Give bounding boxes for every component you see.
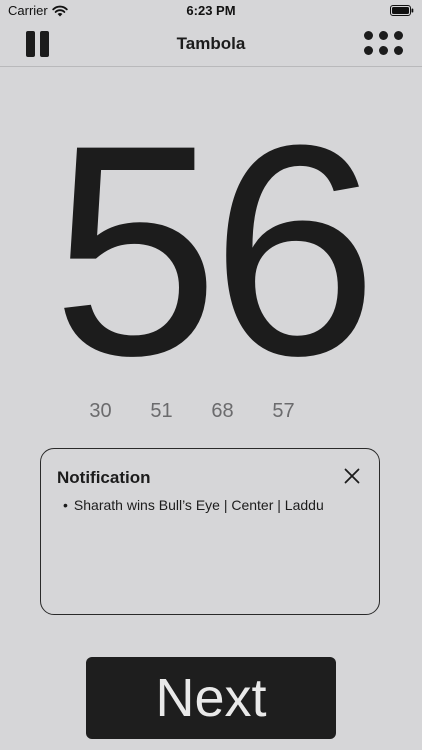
status-bar: Carrier 6:23 PM xyxy=(0,0,422,22)
previous-number: 30 xyxy=(89,400,112,422)
previous-numbers: 30 51 68 57 xyxy=(70,400,314,423)
number-board-button[interactable] xyxy=(364,31,404,57)
notification-text: Sharath wins Bull’s Eye | Center | Laddu xyxy=(73,497,324,513)
list-item: • Sharath wins Bull’s Eye | Center | Lad… xyxy=(63,497,324,513)
status-time: 6:23 PM xyxy=(186,3,236,18)
previous-number: 68 xyxy=(211,400,234,422)
close-icon[interactable] xyxy=(343,467,361,485)
current-number: 56 xyxy=(52,82,378,418)
notification-list: • Sharath wins Bull’s Eye | Center | Lad… xyxy=(63,497,324,513)
previous-number: 57 xyxy=(272,400,295,422)
battery-icon xyxy=(390,5,414,16)
bullet-icon: • xyxy=(63,497,68,513)
nav-bar: Tambola xyxy=(0,22,422,67)
notification-panel: Notification • Sharath wins Bull’s Eye |… xyxy=(40,448,380,615)
page-title: Tambola xyxy=(176,34,246,53)
previous-number: 51 xyxy=(150,400,173,422)
notification-title: Notification xyxy=(57,468,151,487)
next-button[interactable]: Next xyxy=(86,657,336,739)
